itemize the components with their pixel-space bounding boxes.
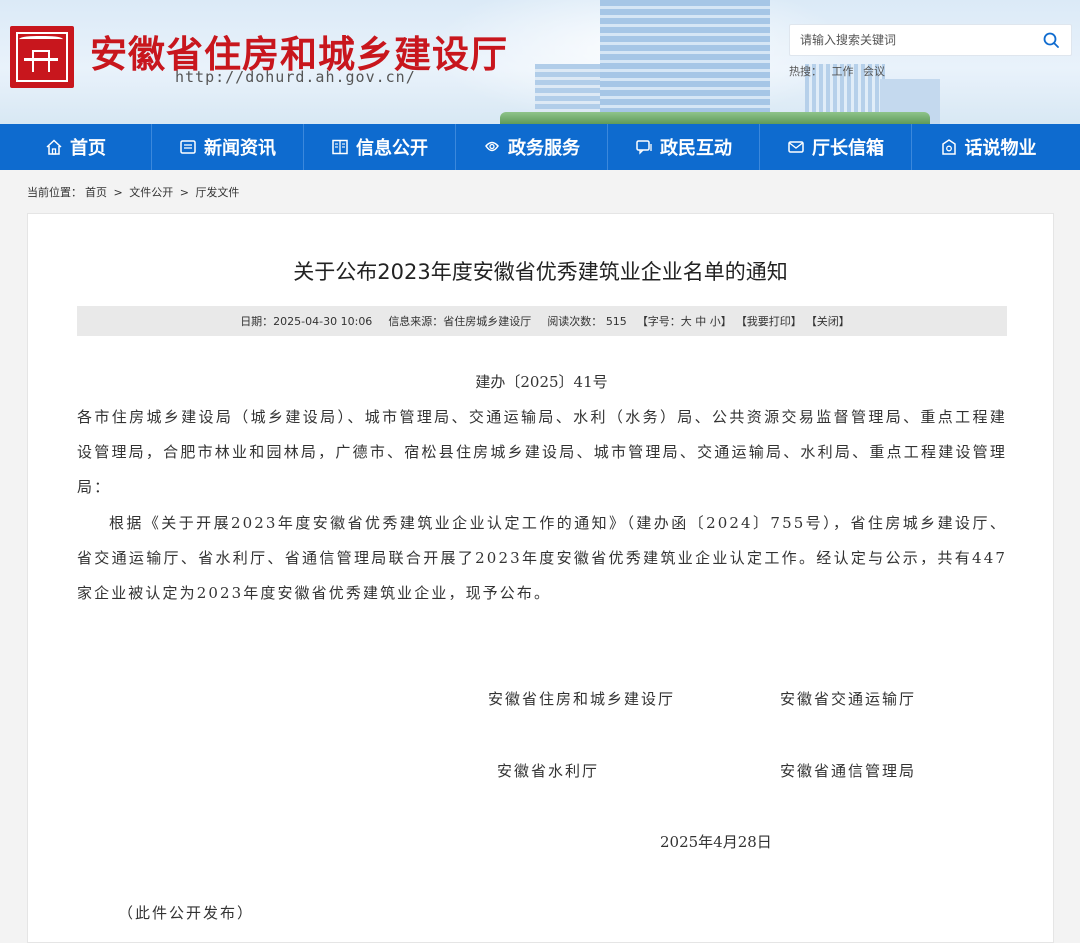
article-title: 关于公布2023年度安徽省优秀建筑业企业名单的通知 <box>293 260 788 284</box>
nav-item-label: 首页 <box>70 138 106 159</box>
main-nav: 首页 新闻资讯 信息公开 政务服务 政民互动 厅长信箱 话说物业 <box>0 124 1080 170</box>
article-source: 信息来源：省住房城乡建设厅 <box>388 315 532 328</box>
signatory: 安徽省通信管理局 <box>780 762 917 780</box>
document-number: 建办〔2025〕41号 <box>475 373 608 391</box>
nav-item-director-mailbox[interactable]: 厅长信箱 <box>760 124 912 170</box>
breadcrumb: 当前位置： 首页 > 文件公开 > 厅发文件 <box>27 184 242 200</box>
close-button[interactable]: 【关闭】 <box>806 313 850 329</box>
site-url: http://dohurd.ah.gov.cn/ <box>175 68 416 86</box>
hot-search-word[interactable]: 工作 <box>832 65 854 78</box>
hot-search-label: 热搜： <box>789 65 822 78</box>
article-panel: 关于公布2023年度安徽省优秀建筑业企业名单的通知 日期：2025-04-30 … <box>27 213 1054 943</box>
signatory: 安徽省住房和城乡建设厅 <box>488 690 676 708</box>
mailbox-icon <box>788 141 804 153</box>
hot-search: 热搜： 工作 会议 <box>789 63 891 79</box>
nav-item-gov-services[interactable]: 政务服务 <box>456 124 608 170</box>
building-gear-icon <box>941 139 956 155</box>
chat-icon <box>636 140 652 155</box>
nav-item-info-disclosure[interactable]: 信息公开 <box>304 124 456 170</box>
search-input[interactable] <box>800 25 1035 55</box>
news-icon <box>180 140 196 154</box>
nav-item-property-talk[interactable]: 话说物业 <box>912 124 1064 170</box>
views-count: 515 <box>605 315 627 328</box>
nav-item-label: 新闻资讯 <box>204 138 276 159</box>
search-box <box>789 24 1072 56</box>
views-label: 阅读次数： <box>547 315 603 328</box>
font-size-control[interactable]: 【字号：大 中 小】 <box>637 313 732 329</box>
site-logo[interactable] <box>10 26 74 88</box>
home-icon <box>46 139 62 155</box>
header-trees <box>500 112 930 124</box>
closing-note: （此件公开发布） <box>118 904 255 922</box>
article-date: 日期：2025-04-30 10:06 <box>240 315 373 328</box>
breadcrumb-item-dept-docs[interactable]: 厅发文件 <box>195 186 239 199</box>
breadcrumb-separator: > <box>113 186 123 199</box>
service-icon <box>485 141 499 152</box>
body-paragraph: 根据《关于开展2023年度安徽省优秀建筑业企业认定工作的通知》（建办函〔2024… <box>77 514 1007 602</box>
print-button[interactable]: 【我要打印】 <box>736 313 802 329</box>
book-icon <box>332 139 348 155</box>
article-meta-bar: 日期：2025-04-30 10:06 信息来源：省住房城乡建设厅 阅读次数： … <box>77 306 1007 336</box>
site-header: 安徽省住房和城乡建设厅 http://dohurd.ah.gov.cn/ 热搜：… <box>0 0 1080 124</box>
breadcrumb-prefix: 当前位置： <box>27 186 82 199</box>
breadcrumb-separator: > <box>179 186 189 199</box>
nav-item-label: 话说物业 <box>964 138 1037 159</box>
nav-item-label: 信息公开 <box>356 138 428 159</box>
breadcrumb-item-files[interactable]: 文件公开 <box>129 186 173 199</box>
signatory: 安徽省交通运输厅 <box>780 690 917 708</box>
header-building-main <box>600 0 770 124</box>
nav-item-label: 政务服务 <box>508 138 580 159</box>
breadcrumb-item-home[interactable]: 首页 <box>85 186 107 199</box>
article-views: 阅读次数： 515 <box>547 313 627 329</box>
nav-item-news[interactable]: 新闻资讯 <box>152 124 304 170</box>
addressees-paragraph: 各市住房城乡建设局（城乡建设局）、城市管理局、交通运输局、水利（水务）局、公共资… <box>77 408 1007 496</box>
nav-item-home[interactable]: 首页 <box>0 124 152 170</box>
nav-item-label: 厅长信箱 <box>812 138 884 159</box>
signatory: 安徽省水利厅 <box>497 762 600 780</box>
hot-search-word[interactable]: 会议 <box>863 65 885 78</box>
search-icon[interactable] <box>1043 32 1059 48</box>
nav-item-interaction[interactable]: 政民互动 <box>608 124 760 170</box>
sign-date: 2025年4月28日 <box>660 833 772 851</box>
nav-item-label: 政民互动 <box>660 138 732 159</box>
